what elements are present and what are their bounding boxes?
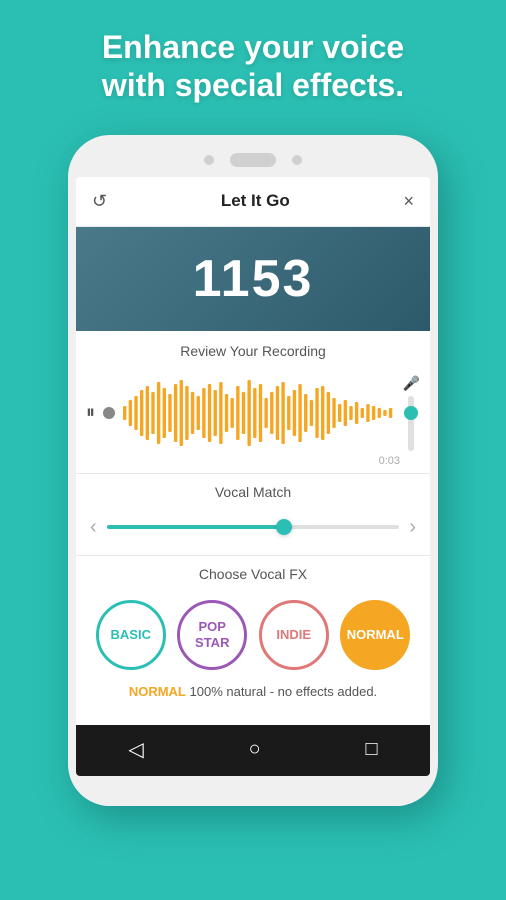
fx-normal-button[interactable]: NORMAL	[340, 600, 410, 670]
vocal-match-thumb[interactable]	[276, 519, 292, 535]
vocal-match-label: Vocal Match	[76, 484, 430, 500]
waveform-container: ⏸	[76, 369, 430, 455]
review-section: Review Your Recording ⏸	[76, 331, 430, 473]
close-button[interactable]: ×	[403, 191, 414, 212]
vocal-match-left-arrow[interactable]: ‹	[90, 516, 97, 539]
volume-slider[interactable]: 🎤	[403, 375, 420, 451]
fx-circles-container: BASIC POPSTAR INDIE NORMAL	[76, 592, 430, 680]
fx-indie-button[interactable]: INDIE	[259, 600, 329, 670]
score-area: 1153	[76, 227, 430, 331]
top-text-area: Enhance your voice with special effects.	[0, 0, 506, 125]
playhead-dot	[103, 407, 115, 419]
vocal-match-section: Vocal Match ‹ ›	[76, 474, 430, 555]
play-pause-button[interactable]: ⏸	[86, 402, 95, 423]
vocal-match-fill	[107, 525, 283, 529]
phone-screen: ↺ Let It Go × 1153 Review Your Recording…	[76, 177, 430, 776]
volume-thumb[interactable]	[404, 406, 418, 420]
nav-home-button[interactable]: ○	[249, 738, 261, 761]
back-button[interactable]: ↺	[92, 191, 107, 212]
title-bar: ↺ Let It Go ×	[76, 177, 430, 227]
waveform-display[interactable]	[123, 378, 395, 448]
camera-dot	[204, 155, 214, 165]
fx-popstar-button[interactable]: POPSTAR	[177, 600, 247, 670]
phone: ↺ Let It Go × 1153 Review Your Recording…	[68, 135, 438, 806]
time-label: 0:03	[76, 455, 430, 473]
speaker-grille	[230, 153, 276, 167]
fx-basic-button[interactable]: BASIC	[96, 600, 166, 670]
vocal-match-right-arrow[interactable]: ›	[409, 516, 416, 539]
volume-track	[408, 396, 414, 451]
headline: Enhance your voice with special effects.	[40, 28, 466, 105]
choose-fx-section: Choose Vocal FX BASIC POPSTAR INDIE NORM…	[76, 556, 430, 719]
vocal-match-slider-row: ‹ ›	[76, 510, 430, 545]
phone-bottom	[68, 776, 438, 806]
mic-icon: 🎤	[403, 375, 420, 392]
fx-description: NORMAL 100% natural - no effects added.	[76, 680, 430, 711]
camera-dot-2	[292, 155, 302, 165]
choose-fx-label: Choose Vocal FX	[76, 566, 430, 582]
vocal-match-track[interactable]	[107, 525, 400, 529]
review-label: Review Your Recording	[76, 343, 430, 359]
nav-back-button[interactable]: ◁	[128, 737, 143, 762]
song-title: Let It Go	[221, 191, 290, 211]
score-number: 1153	[76, 249, 430, 309]
phone-nav-bar: ◁ ○ □	[76, 725, 430, 776]
fx-selected-desc: 100% natural - no effects added.	[190, 684, 378, 699]
phone-top	[68, 153, 438, 177]
phone-wrapper: ↺ Let It Go × 1153 Review Your Recording…	[0, 125, 506, 806]
fx-selected-name: NORMAL	[129, 684, 186, 699]
nav-recents-button[interactable]: □	[365, 738, 377, 761]
